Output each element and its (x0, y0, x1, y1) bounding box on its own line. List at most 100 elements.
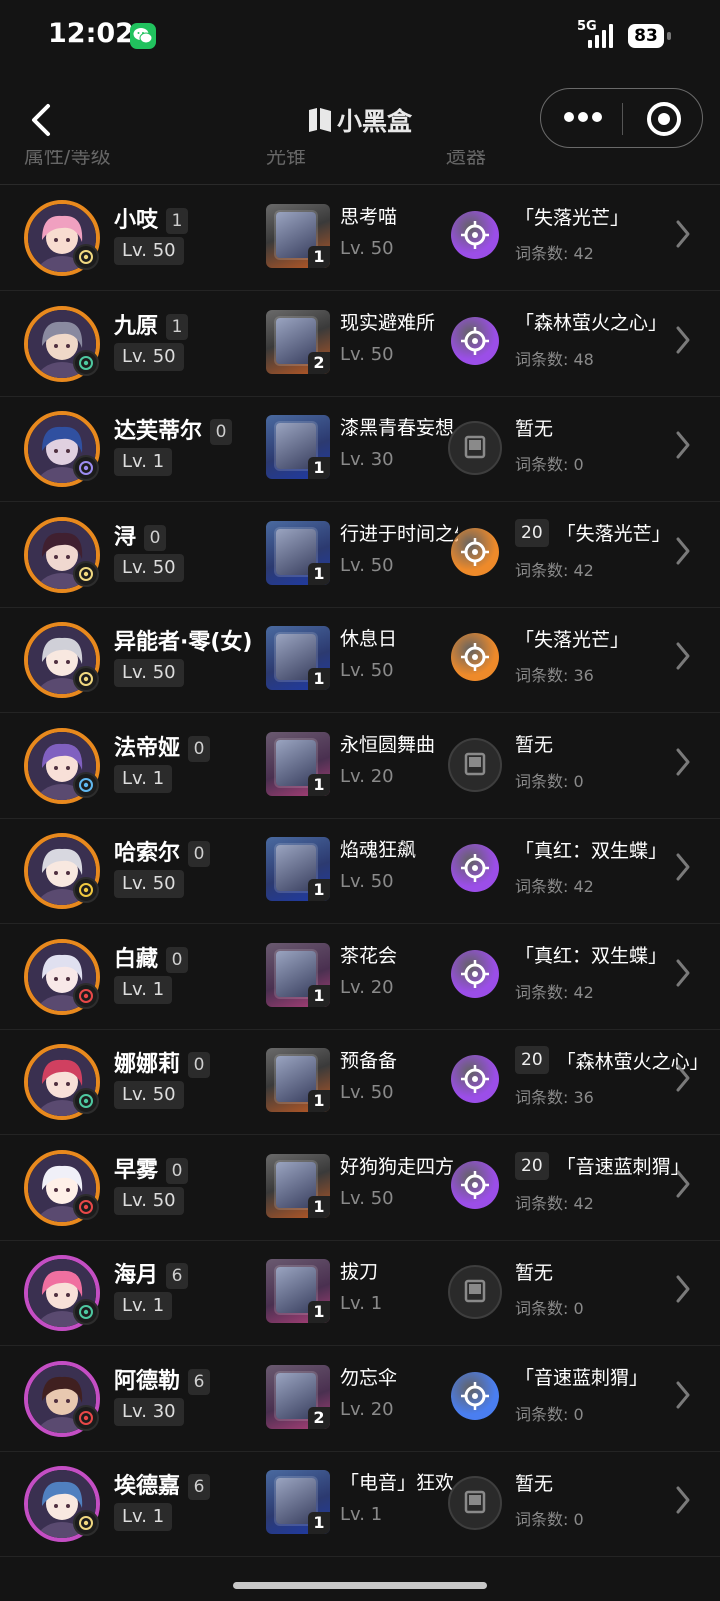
superimposition-badge: 1 (308, 984, 330, 1007)
chevron-right-icon (674, 1168, 692, 1200)
character-name: 埃德嘉 (114, 1474, 181, 1499)
element-quantum-icon (73, 455, 99, 481)
back-button[interactable] (24, 98, 64, 142)
relic-set-name: 「失落光芒」 (515, 206, 630, 229)
relic-set-name: 「真红：双生蝶」 (515, 839, 668, 862)
character-name: 早雾 (114, 1157, 159, 1183)
relic-empty-icon (448, 1476, 502, 1530)
lightcone-image: 1 (266, 204, 330, 268)
lightcone-image: 1 (266, 626, 330, 690)
relic-set-icon (451, 527, 499, 576)
character-name: 阿德勒 (114, 1368, 181, 1394)
superimposition-badge: 1 (308, 1195, 330, 1218)
header-attribute: 属性/等级 (24, 150, 111, 168)
chevron-right-icon (674, 535, 692, 567)
character-name-line: 哈索尔 0 (114, 835, 211, 867)
lightcone-name: 漆黑青春妄想 (340, 417, 455, 439)
character-row[interactable]: 浔0 Lv. 50 1 行进于时间之外 Lv. 50 20 「失落光芒」 词条数:… (0, 501, 720, 608)
character-name-line: 埃德嘉 6 (114, 1468, 211, 1500)
chevron-right-icon (674, 324, 692, 356)
character-row[interactable]: 海月 6 Lv. 1 1 拔刀 Lv. 1 暂无 词条数: 0 (0, 1239, 720, 1346)
battery-icon: 83 (628, 24, 672, 48)
relic-set-icon (451, 1055, 499, 1103)
element-imaginary-icon (73, 666, 99, 692)
lightcone-image: 1 (266, 415, 330, 479)
character-name: 九原 (114, 313, 159, 339)
chevron-right-icon (674, 429, 692, 461)
chevron-right-icon (674, 1273, 692, 1305)
character-name-line: 异能者·零(女) (114, 624, 252, 656)
lightcone-image: 1 (266, 520, 330, 585)
relic-set-line: 20 「失落光芒」 (515, 518, 671, 547)
home-indicator[interactable] (233, 1582, 487, 1589)
lightcone-level: Lv. 1 (340, 1293, 383, 1314)
character-row[interactable]: 达芙蒂尔 0 Lv. 1 1 漆黑青春妄想 Lv. 30 暂无 词条数: 0 (0, 395, 720, 502)
element-wind-icon (73, 349, 99, 376)
relic-substat-count: 词条数: 42 (515, 982, 594, 1002)
character-level: Lv. 1 (114, 448, 173, 476)
eidolon-badge: 0 (144, 524, 167, 551)
chevron-left-icon (32, 104, 50, 136)
eidolon-badge: 1 (166, 313, 189, 340)
element-wind-icon (73, 1088, 99, 1114)
relic-set-name: 暂无 (515, 1261, 554, 1284)
relic-substat-count: 词条数: 42 (515, 244, 594, 263)
lightcone-name: 焰魂狂飙 (340, 839, 417, 861)
more-button[interactable] (563, 107, 603, 127)
relic-set-icon (451, 949, 499, 998)
relic-set-name: 「音速蓝刺猬」 (556, 1156, 690, 1178)
header-lightcone: 光锥 (266, 150, 306, 168)
element-fire-icon (73, 1404, 99, 1431)
element-imaginary-icon (73, 1510, 99, 1536)
eidolon-badge: 0 (188, 841, 211, 867)
character-row[interactable]: 小吱 1 Lv. 50 1 思考喵 Lv. 50 「失落光芒」 词条数: 42 (0, 184, 720, 291)
character-row[interactable]: 法帝娅 0 Lv. 1 1 永恒圆舞曲 Lv. 20 暂无 词条数: 0 (0, 712, 720, 819)
character-row[interactable]: 早雾 0 Lv. 50 1 好狗狗走四方 Lv. 50 20 「音速蓝刺猬」 词条数… (0, 1134, 720, 1241)
relic-set-icon (451, 633, 499, 681)
character-level: Lv. 50 (114, 659, 184, 687)
character-row[interactable]: 哈索尔 0 Lv. 50 1 焰魂狂飙 Lv. 50 「真红：双生蝶」 词条数: … (0, 817, 720, 924)
character-row[interactable]: 九原 1 Lv. 50 2 现实避难所 Lv. 50 「森林萤火之心」 词条数: … (0, 290, 720, 397)
relic-substat-count: 词条数: 48 (515, 349, 594, 369)
relic-set-name: 「森林萤火之心」 (515, 312, 668, 334)
lightcone-level: Lv. 20 (340, 976, 394, 998)
lightcone-level: Lv. 50 (340, 238, 394, 259)
heybox-logo-icon (309, 108, 331, 132)
character-name: 海月 (114, 1263, 159, 1288)
character-row[interactable]: 娜娜莉 0 Lv. 50 1 预备备 Lv. 50 20 「森林萤火之心」 词条数:… (0, 1028, 720, 1135)
relic-substat-count: 词条数: 0 (515, 1510, 584, 1529)
relic-set-line: 「森林萤火之心」 (515, 308, 667, 336)
chevron-right-icon (674, 851, 692, 883)
lightcone-name: 预备备 (340, 1050, 398, 1072)
lightcone-name: 茶花会 (340, 944, 398, 967)
lightcone-level: Lv. 50 (340, 660, 394, 681)
character-row[interactable]: 异能者·零(女) Lv. 50 1 休息日 Lv. 50 「失落光芒」 词条数:… (0, 606, 720, 713)
relic-set-icon (451, 211, 499, 259)
character-name-line: 小吱 1 (114, 202, 189, 234)
lightcone-image: 2 (266, 309, 330, 374)
character-row[interactable]: 阿德勒 6 Lv. 30 2 勿忘伞 Lv. 20 「音速蓝刺猬」 词条数: 0 (0, 1345, 720, 1452)
superimposition-badge: 1 (308, 773, 330, 796)
relic-substat-count: 词条数: 0 (515, 1299, 584, 1318)
lightcone-image: 1 (266, 1153, 330, 1218)
character-name-line: 法帝娅 0 (114, 730, 211, 762)
lightcone-name: 勿忘伞 (340, 1366, 398, 1389)
character-name: 异能者·零(女) (114, 630, 253, 655)
relic-substat-count: 词条数: 42 (515, 560, 594, 580)
relic-set-name: 「失落光芒」 (556, 523, 671, 545)
relic-substat-count: 词条数: 42 (515, 1193, 594, 1213)
relic-set-name: 暂无 (515, 734, 554, 756)
character-level: Lv. 50 (114, 870, 184, 898)
relic-piece-count: 20 (515, 1151, 549, 1180)
character-name: 浔 (114, 524, 137, 550)
character-name: 白藏 (114, 946, 159, 972)
relic-set-line: 暂无 (515, 413, 553, 441)
character-row[interactable]: 埃德嘉 6 Lv. 1 1 「电音」狂欢 Lv. 1 暂无 词条数: 0 (0, 1450, 720, 1557)
close-miniprogram-button[interactable] (646, 101, 682, 137)
character-row[interactable]: 白藏 0 Lv. 1 1 茶花会 Lv. 20 「真红：双生蝶」 词条数: 42 (0, 923, 720, 1030)
status-time: 12:02 (48, 18, 134, 49)
relic-set-name: 暂无 (515, 1472, 554, 1495)
relic-set-icon (451, 316, 499, 365)
element-ice-icon (73, 771, 99, 798)
character-name-line: 达芙蒂尔 0 (114, 413, 233, 445)
